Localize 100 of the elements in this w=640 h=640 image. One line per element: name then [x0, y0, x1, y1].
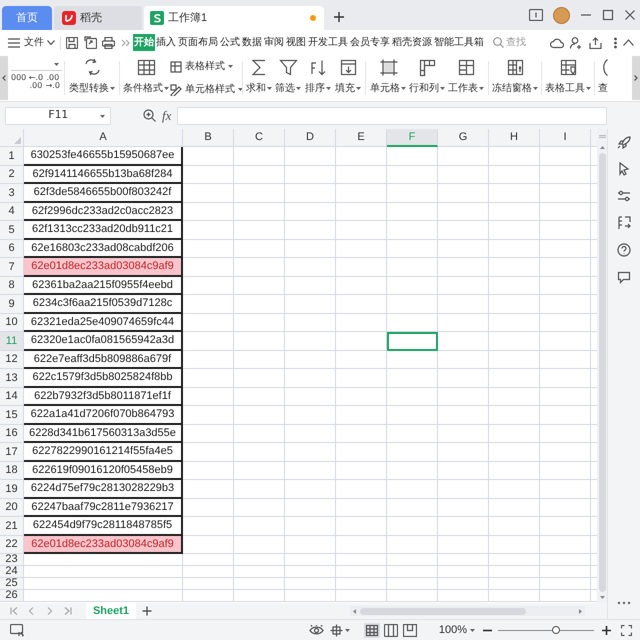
- row-header[interactable]: 21: [0, 517, 24, 536]
- document-tab[interactable]: 稻壳: [54, 6, 142, 30]
- row-header[interactable]: 5: [0, 221, 24, 240]
- column-header[interactable]: I: [540, 129, 591, 147]
- ribbon-tab[interactable]: 会员专享: [349, 34, 391, 51]
- reading-view-icon[interactable]: [384, 624, 398, 636]
- page-view-icon[interactable]: [402, 624, 417, 636]
- row-header[interactable]: 8: [0, 276, 24, 295]
- print-icon[interactable]: [102, 36, 115, 48]
- ribbon-button[interactable]: 单元格样式: [170, 82, 240, 97]
- column-header[interactable]: C: [234, 129, 285, 147]
- ribbon-button[interactable]: 求和: [245, 55, 273, 101]
- crosshair-button[interactable]: [330, 624, 350, 636]
- row-header[interactable]: 3: [0, 184, 24, 202]
- save-icon[interactable]: [66, 36, 78, 48]
- ribbon-tab[interactable]: 开发工具: [307, 34, 349, 51]
- ribbon-tab[interactable]: 智能工具箱: [433, 34, 485, 51]
- number-format-button[interactable]: 000: [11, 74, 26, 90]
- row-header[interactable]: 15: [0, 406, 24, 424]
- window-layout-icon[interactable]: [529, 9, 543, 21]
- ribbon-button[interactable]: 排序: [303, 55, 333, 101]
- ribbon-button[interactable]: 筛选: [273, 55, 303, 101]
- ribbon-button[interactable]: 行和列: [408, 55, 446, 101]
- row-header[interactable]: 16: [0, 424, 24, 443]
- ribbon-button[interactable]: 填充: [333, 55, 363, 101]
- formula-input[interactable]: [177, 106, 607, 124]
- zoom-slider[interactable]: [498, 625, 594, 635]
- row-header[interactable]: 22: [0, 536, 24, 554]
- ribbon-tab[interactable]: 插入: [155, 34, 177, 51]
- column-header[interactable]: D: [285, 129, 336, 147]
- row-header[interactable]: 13: [0, 369, 24, 388]
- share-icon[interactable]: [589, 36, 602, 48]
- document-tab[interactable]: 工作簿1: [144, 6, 324, 30]
- user-avatar[interactable]: [553, 6, 570, 24]
- number-format-button[interactable]: ←.0 .00: [28, 74, 44, 90]
- column-header[interactable]: G: [438, 129, 489, 147]
- export-icon[interactable]: [84, 36, 97, 49]
- row-header[interactable]: 24: [0, 566, 24, 578]
- table-transform-icon[interactable]: [617, 216, 631, 230]
- fullscreen-icon[interactable]: [621, 624, 632, 636]
- chat-icon[interactable]: [617, 270, 631, 284]
- row-header[interactable]: 20: [0, 498, 24, 517]
- row-header[interactable]: 14: [0, 388, 24, 406]
- collapse-ribbon-icon[interactable]: [623, 39, 634, 46]
- slider-thumb[interactable]: [552, 626, 560, 634]
- horizontal-scrollbar[interactable]: [350, 606, 585, 616]
- name-box[interactable]: F11: [5, 106, 111, 124]
- row-header[interactable]: 26: [0, 590, 24, 602]
- ribbon-button[interactable]: 表格工具: [544, 55, 592, 101]
- ribbon-button[interactable]: 冻结窗格: [491, 55, 539, 101]
- column-header[interactable]: H: [489, 129, 540, 147]
- ribbon-button[interactable]: 查: [597, 55, 609, 101]
- normal-view-icon[interactable]: [364, 622, 380, 638]
- eye-icon[interactable]: [308, 625, 324, 635]
- row-header[interactable]: 1: [0, 147, 24, 166]
- file-menu[interactable]: 文件: [24, 35, 55, 50]
- ribbon-tab[interactable]: 页面布局: [177, 34, 219, 51]
- zoom-dropdown[interactable]: 100%: [438, 622, 475, 638]
- help-icon[interactable]: [617, 243, 631, 257]
- zoom-in-icon[interactable]: [602, 626, 611, 634]
- scrollbar-thumb[interactable]: [598, 153, 606, 592]
- column-header[interactable]: A: [24, 129, 183, 147]
- number-format-button[interactable]: .00 →.0: [46, 74, 60, 90]
- selected-cell[interactable]: [387, 332, 438, 350]
- row-header[interactable]: 6: [0, 240, 24, 258]
- ribbon-tab[interactable]: 视图: [285, 34, 307, 51]
- add-user-icon[interactable]: [570, 36, 583, 48]
- row-header[interactable]: 19: [0, 480, 24, 498]
- sliders-icon[interactable]: [617, 189, 631, 203]
- ribbon-button[interactable]: 条件格式: [122, 55, 170, 101]
- row-header[interactable]: 2: [0, 166, 24, 184]
- rocket-icon[interactable]: [617, 135, 631, 149]
- more-vertical-icon[interactable]: [614, 36, 617, 48]
- row-header[interactable]: 18: [0, 462, 24, 480]
- macro-icon[interactable]: [10, 624, 24, 636]
- ribbon-button[interactable]: 单元格: [368, 55, 408, 101]
- row-header[interactable]: 23: [0, 554, 24, 566]
- add-sheet-icon[interactable]: [142, 606, 152, 616]
- row-header[interactable]: 4: [0, 202, 24, 221]
- cursor-icon[interactable]: [617, 162, 631, 176]
- scrollbar-thumb[interactable]: [360, 608, 526, 614]
- row-header[interactable]: 12: [0, 350, 24, 369]
- zoom-out-icon[interactable]: [483, 628, 492, 632]
- zoom-icon[interactable]: [143, 109, 156, 122]
- menu-icon[interactable]: [8, 38, 20, 48]
- row-header[interactable]: 9: [0, 295, 24, 314]
- ribbon-button[interactable]: 工作表: [446, 55, 486, 101]
- ribbon-tab[interactable]: 公式: [219, 34, 241, 51]
- maximize-icon[interactable]: [602, 9, 614, 21]
- column-header[interactable]: B: [183, 129, 234, 147]
- ribbon-button[interactable]: 类型转换: [67, 55, 117, 101]
- ribbon-tab[interactable]: 稻壳资源: [391, 34, 433, 51]
- row-header[interactable]: 7: [0, 258, 24, 276]
- add-tab-icon[interactable]: [333, 11, 345, 23]
- ribbon-tab[interactable]: 审阅: [263, 34, 285, 51]
- row-header[interactable]: 25: [0, 578, 24, 590]
- close-icon[interactable]: [624, 9, 636, 21]
- row-header[interactable]: 10: [0, 314, 24, 332]
- ribbon-tab[interactable]: 数据: [241, 34, 263, 51]
- cloud-icon[interactable]: [550, 36, 564, 48]
